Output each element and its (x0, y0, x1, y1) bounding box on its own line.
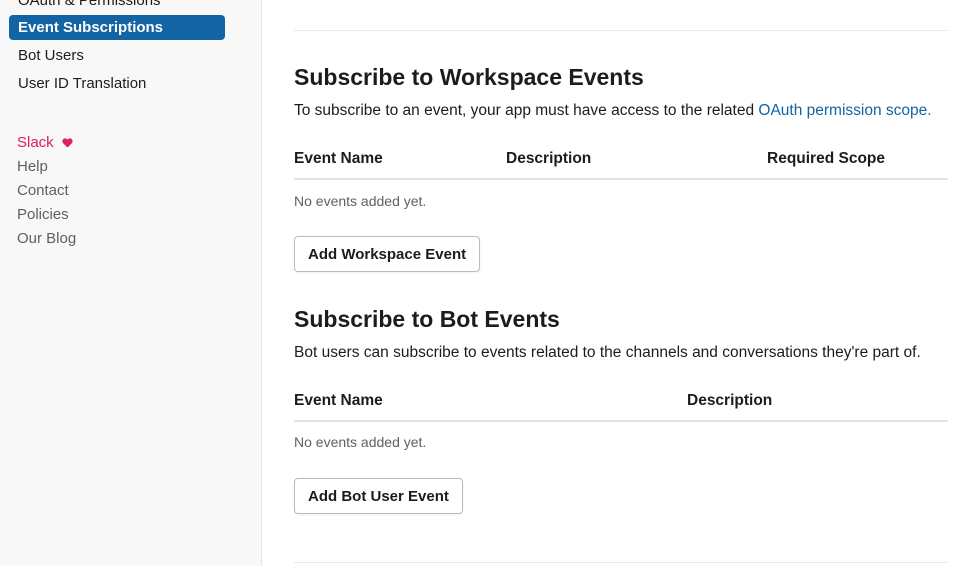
sidebar-item-user-id-translation[interactable]: User ID Translation (9, 71, 225, 96)
divider (294, 30, 948, 31)
column-header-required-scope: Required Scope (767, 150, 885, 167)
sidebar-item-event-subscriptions[interactable]: Event Subscriptions (9, 15, 225, 40)
workspace-events-description-text: To subscribe to an event, your app must … (294, 102, 759, 119)
heart-icon (62, 134, 73, 154)
bot-events-empty-state: No events added yet. (294, 434, 427, 450)
policies-link[interactable]: Policies (17, 205, 69, 225)
main-content: Subscribe to Workspace Events To subscri… (294, 0, 948, 566)
sidebar-item-oauth-permissions[interactable]: OAuth & Permissions (9, 0, 225, 13)
workspace-events-description: To subscribe to an event, your app must … (294, 100, 932, 122)
add-workspace-event-button[interactable]: Add Workspace Event (294, 236, 481, 272)
column-header-event-name: Event Name (294, 392, 383, 409)
divider (294, 562, 948, 563)
sidebar-item-bot-users[interactable]: Bot Users (9, 43, 225, 68)
blog-link[interactable]: Our Blog (17, 229, 76, 249)
contact-link[interactable]: Contact (17, 181, 69, 201)
sidebar: OAuth & Permissions Event Subscriptions … (0, 0, 262, 566)
column-header-description: Description (687, 392, 773, 409)
slack-link[interactable]: Slack (17, 133, 73, 154)
column-header-description: Description (506, 150, 592, 167)
oauth-scope-link[interactable]: OAuth permission scope. (758, 102, 931, 119)
table-header-divider (294, 420, 948, 422)
column-header-event-name: Event Name (294, 150, 383, 167)
workspace-events-title: Subscribe to Workspace Events (294, 64, 644, 90)
help-link[interactable]: Help (17, 157, 48, 177)
workspace-events-empty-state: No events added yet. (294, 193, 427, 209)
slack-link-label: Slack (17, 134, 54, 151)
bot-events-description: Bot users can subscribe to events relate… (294, 344, 921, 361)
add-bot-user-event-button[interactable]: Add Bot User Event (294, 478, 463, 514)
table-header-divider (294, 178, 948, 180)
bot-events-title: Subscribe to Bot Events (294, 306, 560, 332)
